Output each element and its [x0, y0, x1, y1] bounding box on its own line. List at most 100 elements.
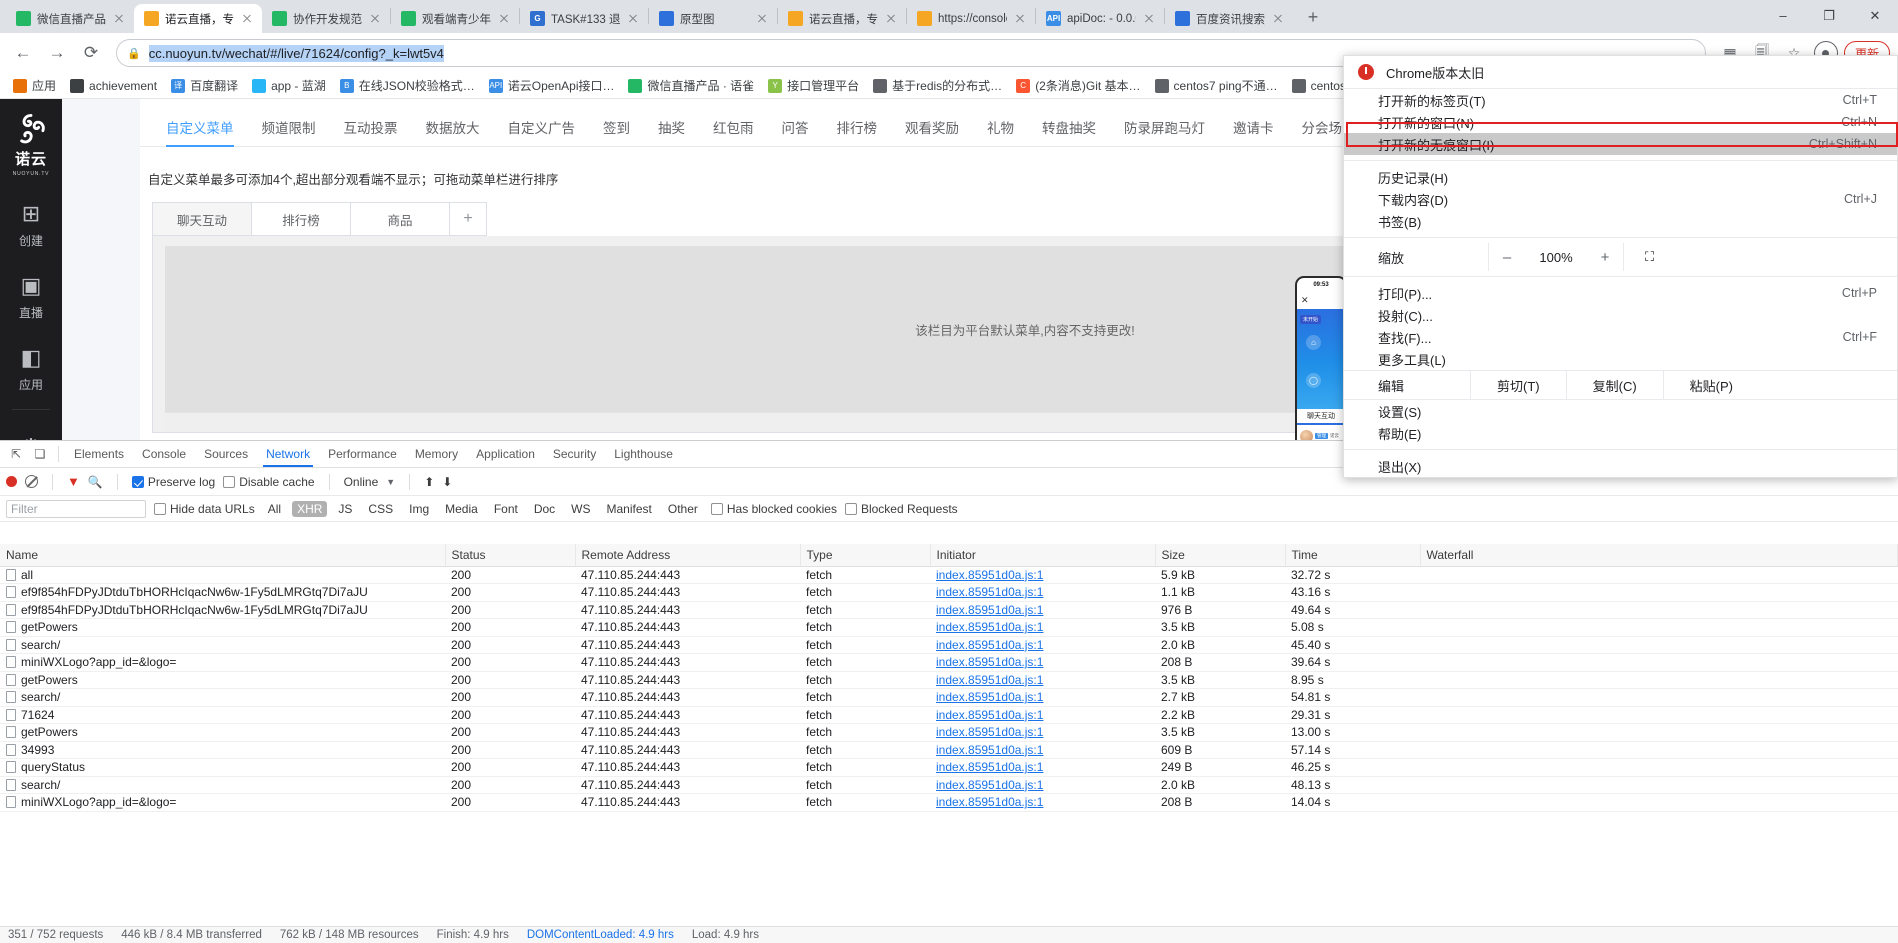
filter-type-font[interactable]: Font — [489, 501, 523, 517]
filter-type-xhr[interactable]: XHR — [292, 500, 328, 517]
filter-type-doc[interactable]: Doc — [529, 501, 560, 517]
table-row[interactable]: all 200 47.110.85.244:443 fetch index.85951d… — [0, 566, 1898, 584]
menu-item[interactable]: 打开新的标签页(T) Ctrl+T — [1344, 89, 1897, 111]
tab-排行榜[interactable]: 排行榜 — [823, 117, 892, 146]
menu-item[interactable]: 历史记录(H) — [1344, 166, 1897, 188]
devtools-tab-elements[interactable]: Elements — [65, 441, 133, 467]
browser-tab[interactable]: G TASK#133 退款设… — [520, 4, 648, 33]
table-row[interactable]: ef9f854hFDPyJDtduTbHORHcIqacNw6w-1Fy5dLM… — [0, 601, 1898, 619]
column-header-initiator[interactable]: Initiator — [930, 544, 1156, 567]
browser-tab[interactable]: 诺云直播，专注企… — [134, 4, 262, 33]
menu-item[interactable]: 查找(F)... Ctrl+F — [1344, 326, 1897, 348]
menu-item[interactable]: 帮助(E) — [1344, 422, 1897, 444]
has-blocked-cookies-checkbox[interactable]: Has blocked cookies — [710, 502, 837, 516]
tab-签到[interactable]: 签到 — [589, 117, 644, 146]
initiator-link[interactable]: index.85951d0a.js:1 — [936, 655, 1043, 669]
table-row[interactable]: miniWXLogo?app_id=&logo= 200 47.110.85.244… — [0, 653, 1898, 672]
browser-tab[interactable]: 微信直播产品 · 语雀 — [6, 4, 134, 33]
tab-close-icon[interactable] — [497, 12, 511, 26]
chrome-update-notice[interactable]: Chrome版本太旧 — [1344, 56, 1897, 89]
bookmark-item[interactable]: API 诺云OpenApi接口… — [482, 75, 622, 96]
menu-item[interactable]: 退出(X) — [1344, 455, 1897, 477]
initiator-link[interactable]: index.85951d0a.js:1 — [936, 795, 1043, 809]
zoom-out-button[interactable]: – — [1489, 249, 1525, 266]
table-row[interactable]: 71624 200 47.110.85.244:443 fetch index.8595… — [0, 706, 1898, 724]
tab-防录屏跑马灯[interactable]: 防录屏跑马灯 — [1110, 117, 1219, 146]
column-header-remote address[interactable]: Remote Address — [575, 544, 801, 567]
tab-数据放大[interactable]: 数据放大 — [412, 117, 494, 146]
upload-icon[interactable]: ⬆ — [424, 475, 434, 489]
sidebar-item-创建[interactable]: ⊞ 创建 — [0, 189, 62, 261]
table-row[interactable]: search/200 47.110.85.244:443 fetch index.85… — [0, 636, 1898, 654]
bookmark-item[interactable]: centos7 ping不通… — [1148, 75, 1285, 96]
menu-item[interactable]: 打开新的无痕窗口(I) Ctrl+Shift+N — [1344, 133, 1897, 155]
initiator-link[interactable]: index.85951d0a.js:1 — [936, 638, 1043, 652]
browser-tab[interactable]: 诺云直播，专注企… — [778, 4, 906, 33]
table-row[interactable]: getPowers 200 47.110.85.244:443 fetch index.… — [0, 618, 1898, 637]
filter-type-ws[interactable]: WS — [566, 501, 595, 517]
bookmark-item[interactable]: 应用 — [6, 75, 63, 96]
inspect-element-icon[interactable]: ⇱ — [4, 443, 28, 465]
tab-问答[interactable]: 问答 — [768, 117, 823, 146]
tab-close-icon[interactable] — [1271, 12, 1285, 26]
minimize-button[interactable]: – — [1760, 0, 1806, 31]
initiator-link[interactable]: index.85951d0a.js:1 — [936, 725, 1043, 739]
table-row[interactable]: search/200 47.110.85.244:443 fetch index.85… — [0, 688, 1898, 707]
filter-input[interactable]: Filter — [6, 499, 146, 518]
device-toolbar-icon[interactable]: ❏ — [28, 443, 52, 465]
tab-观看奖励[interactable]: 观看奖励 — [891, 117, 973, 146]
disable-cache-checkbox[interactable]: Disable cache — [223, 475, 315, 489]
phone-tab-chat[interactable]: 聊天互动 — [1297, 409, 1345, 425]
custom-menu-tab[interactable]: 商品 — [350, 202, 449, 236]
clear-icon[interactable] — [25, 475, 38, 488]
initiator-link[interactable]: index.85951d0a.js:1 — [936, 603, 1043, 617]
devtools-tab-sources[interactable]: Sources — [195, 441, 257, 467]
cut-button[interactable]: 剪切(T) — [1470, 370, 1566, 400]
bookmark-item[interactable]: C (2条消息)Git 基本… — [1009, 75, 1147, 96]
reload-button[interactable]: ⟳ — [76, 38, 106, 68]
tab-礼物[interactable]: 礼物 — [973, 117, 1028, 146]
paste-button[interactable]: 粘贴(P) — [1662, 370, 1759, 400]
initiator-link[interactable]: index.85951d0a.js:1 — [936, 568, 1043, 582]
table-row[interactable]: search/200 47.110.85.244:443 fetch index.85… — [0, 776, 1898, 794]
bookmark-item[interactable]: 微信直播产品 · 语雀 — [621, 75, 761, 96]
filter-icon[interactable]: ▼ — [67, 474, 80, 489]
menu-item[interactable]: 投射(C)... — [1344, 304, 1897, 326]
filter-type-all[interactable]: All — [263, 501, 286, 517]
new-tab-button[interactable]: + — [1299, 3, 1327, 31]
column-header-name[interactable]: Name — [0, 544, 446, 567]
filter-type-img[interactable]: Img — [404, 501, 434, 517]
tab-close-icon[interactable] — [884, 12, 898, 26]
add-menu-tab-button[interactable]: + — [449, 202, 487, 236]
browser-tab[interactable]: API apiDoc: - 0.0.0 — [1036, 4, 1164, 33]
fullscreen-icon[interactable]: ⛶ — [1623, 243, 1675, 271]
filter-type-manifest[interactable]: Manifest — [602, 501, 657, 517]
bookmark-item[interactable]: 译百度翻译 — [164, 75, 245, 96]
record-icon[interactable] — [6, 476, 17, 487]
chrome-main-menu[interactable]: Chrome版本太旧 打开新的标签页(T) Ctrl+T 打开新的窗口(N) Ctrl… — [1343, 55, 1898, 478]
tab-close-icon[interactable] — [112, 12, 126, 26]
menu-item[interactable]: 下载内容(D) Ctrl+J — [1344, 188, 1897, 210]
column-header-time[interactable]: Time — [1285, 544, 1421, 567]
table-row[interactable]: 34993 200 47.110.85.244:443 fetch index.8595… — [0, 741, 1898, 759]
throttling-select[interactable]: Online — [344, 475, 379, 489]
initiator-link[interactable]: index.85951d0a.js:1 — [936, 708, 1043, 722]
initiator-link[interactable]: index.85951d0a.js:1 — [936, 673, 1043, 687]
copy-button[interactable]: 复制(C) — [1565, 370, 1663, 400]
tab-自定义广告[interactable]: 自定义广告 — [494, 117, 590, 146]
tab-红包雨[interactable]: 红包雨 — [699, 117, 768, 146]
devtools-tab-network[interactable]: Network — [257, 441, 319, 467]
filter-type-js[interactable]: JS — [333, 501, 357, 517]
sidebar-item-应用[interactable]: ◧ 应用 — [0, 333, 62, 405]
menu-item[interactable]: 书签(B) — [1344, 210, 1897, 232]
menu-item[interactable]: 更多工具(L) — [1344, 348, 1897, 370]
bookmark-item[interactable]: app - 蓝湖 — [245, 75, 333, 96]
blocked-requests-checkbox[interactable]: Blocked Requests — [844, 502, 958, 516]
browser-tab[interactable]: 原型图 — [649, 4, 777, 33]
tab-close-icon[interactable] — [240, 12, 254, 26]
table-row[interactable]: queryStatus 200 47.110.85.244:443 fetch inde… — [0, 758, 1898, 777]
table-row[interactable]: getPowers 200 47.110.85.244:443 fetch index.… — [0, 671, 1898, 689]
devtools-tab-console[interactable]: Console — [133, 441, 195, 467]
devtools-tab-performance[interactable]: Performance — [319, 441, 406, 467]
tab-转盘抽奖[interactable]: 转盘抽奖 — [1028, 117, 1110, 146]
